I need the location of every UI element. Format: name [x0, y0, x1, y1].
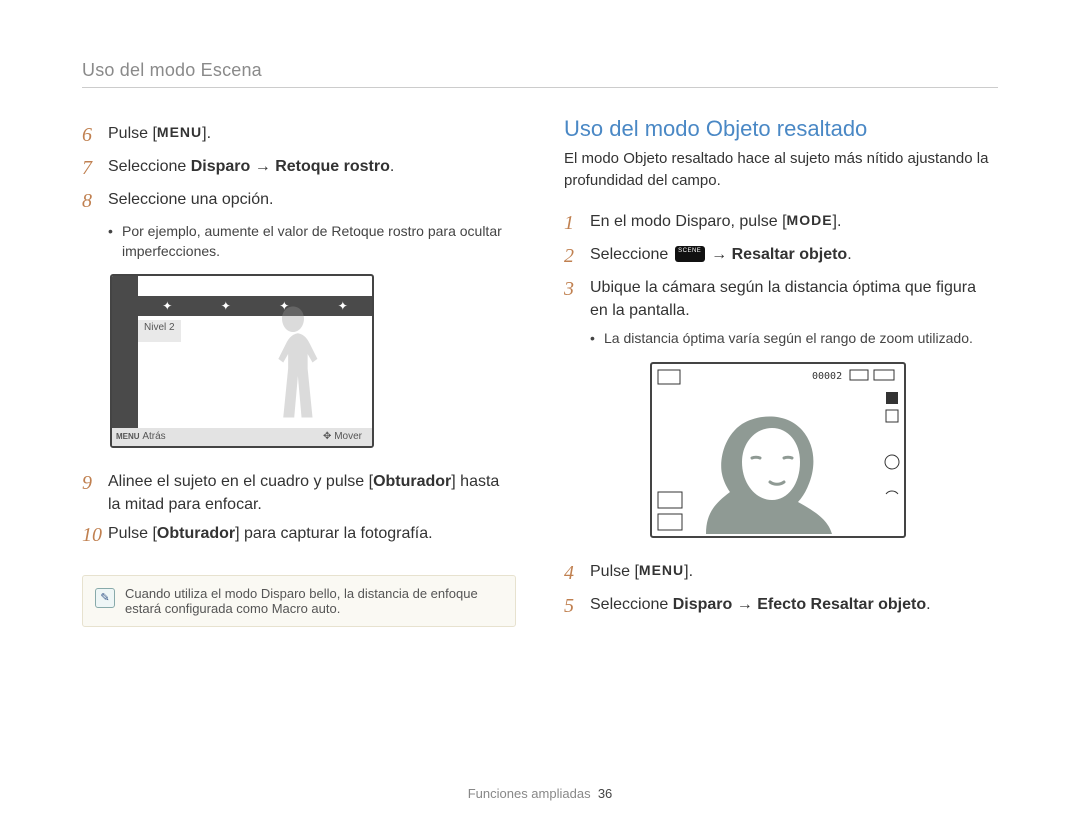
step-number: 1 [564, 210, 590, 237]
text: ]. [202, 125, 211, 142]
bold-text: Disparo [191, 158, 251, 175]
step-number: 6 [82, 122, 108, 149]
text: ] para capturar la fotografía. [235, 525, 432, 542]
step-number: 10 [82, 522, 108, 549]
step-2: 2 Seleccione → Resaltar objeto. [564, 243, 998, 270]
section-title: Uso del modo Objeto resaltado [564, 116, 998, 142]
step-4: 4 Pulse [MENU]. [564, 560, 998, 587]
step-text: Seleccione Disparo → Efecto Resaltar obj… [590, 593, 931, 620]
menu-keycap: MENU [639, 560, 684, 580]
mode-keycap: MODE [787, 210, 833, 230]
sub-text: La distancia óptima varía según el rango… [604, 328, 973, 348]
step-8-sub: •Por ejemplo, aumente el valor de Retoqu… [108, 221, 516, 262]
move-label: Mover [334, 431, 362, 442]
text: . [847, 246, 851, 263]
step-5: 5 Seleccione Disparo → Efecto Resaltar o… [564, 593, 998, 620]
right-column: Uso del modo Objeto resaltado El modo Ob… [564, 116, 998, 627]
text: En el modo Disparo, pulse [ [590, 213, 787, 230]
camera-lcd-illustration-1: ✦✦✦✦ Nivel 2 MENU Atrás ✥ Mover [110, 274, 374, 448]
step-number: 4 [564, 560, 590, 587]
divider [82, 87, 998, 88]
tip-box: ✎ Cuando utiliza el modo Disparo bello, … [82, 575, 516, 627]
text: Pulse [ [108, 525, 157, 542]
step-7: 7 Seleccione Disparo → Retoque rostro. [82, 155, 516, 182]
breadcrumb: Uso del modo Escena [82, 60, 998, 81]
step-3-sub: •La distancia óptima varía según el rang… [590, 328, 998, 348]
arrow-icon: → [707, 246, 732, 263]
step-number: 5 [564, 593, 590, 620]
silhouette-icon [248, 304, 338, 426]
lcd-bottom-bar: MENU Atrás ✥ Mover [112, 428, 372, 446]
section-intro: El modo Objeto resaltado hace al sujeto … [564, 148, 998, 192]
page-footer: Funciones ampliadas 36 [0, 786, 1080, 801]
text: Seleccione [590, 246, 673, 263]
text: Alinee el sujeto en el cuadro y pulse [ [108, 473, 373, 490]
text: ]. [833, 213, 842, 230]
step-text: Pulse [MENU]. [108, 122, 211, 149]
step-10: 10 Pulse [Obturador] para capturar la fo… [82, 522, 516, 549]
bold-text: Disparo [673, 596, 733, 613]
step-number: 7 [82, 155, 108, 182]
menu-keycap: MENU [157, 122, 202, 142]
lcd-side-icons [112, 276, 138, 428]
text: . [390, 158, 394, 175]
bullet-icon: • [108, 221, 122, 262]
footer-page-number: 36 [598, 786, 612, 801]
arrow-icon: → [732, 596, 757, 613]
left-column: 6 Pulse [MENU]. 7 Seleccione Disparo → R… [82, 116, 516, 627]
text: ]. [684, 563, 693, 580]
info-icon: ✎ [95, 588, 115, 608]
page: Uso del modo Escena 6 Pulse [MENU]. 7 Se… [0, 0, 1080, 815]
bold-text: Obturador [373, 473, 451, 490]
menu-label: MENU [116, 432, 140, 441]
step-text: Pulse [MENU]. [590, 560, 693, 587]
step-number: 2 [564, 243, 590, 270]
step-number: 9 [82, 470, 108, 516]
arrow-icon: → [250, 158, 275, 175]
text: Pulse [ [590, 563, 639, 580]
text: Pulse [ [108, 125, 157, 142]
step-text: Ubique la cámara según la distancia ópti… [590, 276, 998, 322]
back-label: Atrás [142, 431, 165, 442]
step-text: Seleccione una opción. [108, 188, 273, 215]
bullet-icon: • [590, 328, 604, 348]
step-number: 8 [82, 188, 108, 215]
step-6: 6 Pulse [MENU]. [82, 122, 516, 149]
tip-text: Cuando utiliza el modo Disparo bello, la… [125, 586, 503, 616]
bold-text: Efecto Resaltar objeto [757, 596, 926, 613]
text: Seleccione [108, 158, 191, 175]
step-8: 8 Seleccione una opción. [82, 188, 516, 215]
step-text: Pulse [Obturador] para capturar la fotog… [108, 522, 433, 549]
scene-icon [675, 246, 705, 262]
bold-text: Resaltar objeto [732, 246, 848, 263]
step-text: Seleccione → Resaltar objeto. [590, 243, 852, 270]
text: . [926, 596, 930, 613]
lcd-level-label: Nivel 2 [138, 320, 181, 342]
sub-text: Por ejemplo, aumente el valor de Retoque… [122, 221, 516, 262]
content-columns: 6 Pulse [MENU]. 7 Seleccione Disparo → R… [82, 116, 998, 627]
step-text: Seleccione Disparo → Retoque rostro. [108, 155, 394, 182]
step-9: 9 Alinee el sujeto en el cuadro y pulse … [82, 470, 516, 516]
step-1: 1 En el modo Disparo, pulse [MODE]. [564, 210, 998, 237]
step-text: Alinee el sujeto en el cuadro y pulse [O… [108, 470, 516, 516]
text: Seleccione [590, 596, 673, 613]
step-text: En el modo Disparo, pulse [MODE]. [590, 210, 841, 237]
bold-text: Obturador [157, 525, 235, 542]
lcd-counter: 00002 [812, 371, 842, 382]
footer-section: Funciones ampliadas [468, 786, 591, 801]
step-3: 3 Ubique la cámara según la distancia óp… [564, 276, 998, 322]
step-number: 3 [564, 276, 590, 322]
camera-lcd-illustration-2: 00002 [650, 362, 906, 538]
bold-text: Retoque rostro [275, 158, 390, 175]
